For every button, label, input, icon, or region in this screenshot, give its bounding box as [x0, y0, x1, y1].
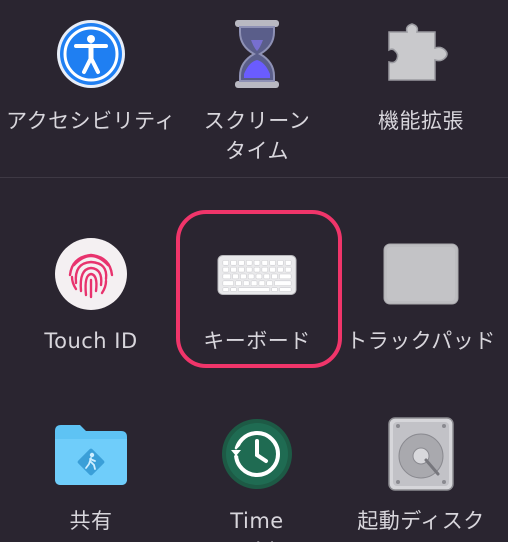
- pref-label: 機能拡張: [378, 109, 464, 133]
- pref-label: 起動ディスク: [357, 509, 485, 533]
- pref-label: 共有: [69, 509, 113, 533]
- sharing-folder-icon: [51, 414, 131, 494]
- pref-sharing[interactable]: 共有: [6, 414, 176, 536]
- system-preferences-pane: アクセシビリティ スクリーン タイム 機能拡張 Touch ID キーボード ト…: [0, 0, 508, 542]
- fingerprint-icon: [51, 234, 131, 314]
- pref-startup-disk[interactable]: 起動ディスク: [336, 414, 506, 536]
- puzzle-piece-icon: [381, 14, 461, 94]
- pref-label: Time Machine: [211, 509, 302, 542]
- pref-label: トラックパッド: [346, 329, 496, 353]
- trackpad-icon: [381, 234, 461, 314]
- hard-disk-icon: [381, 414, 461, 494]
- section-divider: [0, 177, 508, 178]
- keyboard-icon: [217, 234, 297, 314]
- pref-extensions[interactable]: 機能拡張: [336, 14, 506, 136]
- pref-label: アクセシビリティ: [6, 109, 176, 133]
- pref-label: キーボード: [203, 329, 311, 353]
- pref-keyboard[interactable]: キーボード: [172, 234, 342, 356]
- accessibility-icon: [51, 14, 131, 94]
- hourglass-icon: [217, 14, 297, 94]
- pref-touch-id[interactable]: Touch ID: [6, 234, 176, 356]
- pref-label: スクリーン タイム: [203, 109, 311, 163]
- pref-screen-time[interactable]: スクリーン タイム: [172, 14, 342, 166]
- pref-trackpad[interactable]: トラックパッド: [336, 234, 506, 356]
- pref-label: Touch ID: [44, 329, 138, 353]
- pref-accessibility[interactable]: アクセシビリティ: [6, 14, 176, 136]
- pref-time-machine[interactable]: Time Machine: [172, 414, 342, 542]
- time-machine-icon: [217, 414, 297, 494]
